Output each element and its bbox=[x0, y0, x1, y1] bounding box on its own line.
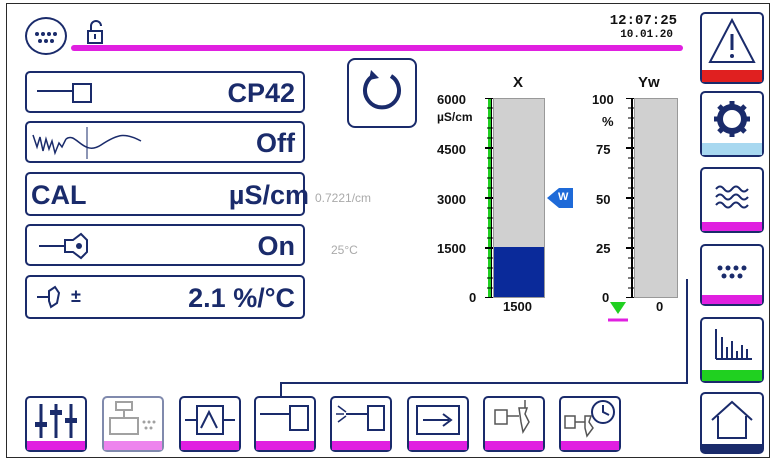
controller-menu-button[interactable] bbox=[700, 244, 764, 306]
compensation-icon bbox=[37, 285, 61, 309]
gauge-x-tick-4500: 4500 bbox=[437, 142, 466, 157]
gauge-x-scale bbox=[485, 98, 493, 298]
alarm-button[interactable] bbox=[700, 12, 764, 84]
logbook-button[interactable] bbox=[700, 317, 764, 383]
noise-filter-icon bbox=[32, 127, 142, 159]
cal-unit: µS/cm bbox=[228, 180, 309, 210]
valve-timer-button[interactable] bbox=[559, 396, 621, 452]
sliders-icon bbox=[35, 404, 77, 438]
gauge-y-title: Yw bbox=[638, 74, 660, 91]
sensor-spark-icon bbox=[336, 405, 385, 431]
gauge-y-unit: % bbox=[602, 114, 614, 129]
gauge-x-tick-6000: 6000 bbox=[437, 92, 466, 107]
connector-line bbox=[280, 279, 688, 399]
sensor-icon bbox=[260, 405, 309, 431]
gauge-y-tick-75: 75 bbox=[596, 142, 611, 157]
gauge-x-unit: µS/cm bbox=[437, 110, 473, 124]
gauge-y-scale bbox=[626, 98, 634, 298]
valve-dots-icon bbox=[109, 401, 156, 435]
gauge-y-tick-100: 100 bbox=[592, 92, 614, 107]
settings-button[interactable] bbox=[700, 91, 764, 157]
filter-value: Off bbox=[256, 128, 295, 158]
gauge-x-tick-3000: 3000 bbox=[437, 192, 466, 207]
output-arrow-icon bbox=[416, 405, 460, 435]
clock-date: 10.01.20 bbox=[620, 29, 673, 41]
temperature-value: On bbox=[257, 231, 296, 261]
process-button[interactable] bbox=[700, 167, 764, 233]
gauge-y-tick-25: 25 bbox=[596, 241, 611, 256]
waves-icon bbox=[715, 185, 749, 209]
sensor-setup-button[interactable] bbox=[254, 396, 316, 452]
dots-icon bbox=[717, 265, 747, 279]
refresh-button[interactable] bbox=[347, 58, 417, 128]
valve-dosing-button[interactable] bbox=[102, 396, 164, 452]
output-button[interactable] bbox=[407, 396, 469, 452]
gauge-x-title: X bbox=[513, 74, 524, 91]
unlocked-padlock-icon[interactable] bbox=[85, 19, 105, 45]
gear-icon bbox=[714, 101, 750, 137]
gauge-y-track bbox=[634, 98, 678, 298]
sensor-test-button[interactable] bbox=[330, 396, 392, 452]
compensation-button[interactable]: ± 2.1 %/°C bbox=[25, 275, 305, 319]
calibration-button[interactable]: CAL µS/cm bbox=[25, 172, 309, 216]
valve-timer-icon bbox=[564, 400, 615, 438]
screen-frame: 12:07:25 10.01.20 CP42 Off CAL µS/cm 0.7… bbox=[6, 3, 770, 458]
sensor-button[interactable]: CP42 bbox=[25, 71, 305, 113]
controller-icon bbox=[185, 405, 235, 435]
compensation-sign: ± bbox=[71, 286, 81, 306]
filter-button[interactable]: Off bbox=[25, 121, 305, 163]
home-button[interactable] bbox=[700, 392, 764, 454]
status-line bbox=[71, 45, 683, 51]
dots-icon bbox=[35, 32, 57, 43]
clock-time: 12:07:25 bbox=[609, 13, 677, 29]
valve-button[interactable] bbox=[483, 396, 545, 452]
cell-constant: 0.7221/cm bbox=[315, 191, 372, 205]
controller-button[interactable] bbox=[179, 396, 241, 452]
sensor-icon bbox=[37, 83, 92, 103]
home-icon bbox=[711, 400, 753, 439]
power-cycle-icon bbox=[363, 70, 401, 110]
thermo-sensor-icon bbox=[39, 232, 88, 260]
setpoint-marker[interactable]: W bbox=[547, 188, 573, 208]
temperature-note: 25°C bbox=[331, 243, 358, 257]
gauge-x-track bbox=[493, 98, 545, 298]
cal-label: CAL bbox=[31, 180, 87, 210]
gauge-y-tick-50: 50 bbox=[596, 192, 611, 207]
temperature-button[interactable]: On bbox=[25, 224, 305, 266]
sensor-value: CP42 bbox=[227, 78, 295, 108]
valve-icon bbox=[494, 400, 530, 435]
setpoint-label: W bbox=[558, 191, 569, 203]
alarm-icon bbox=[708, 17, 756, 63]
gauge-x-tick-1500: 1500 bbox=[437, 241, 466, 256]
menu-button[interactable] bbox=[25, 17, 67, 55]
tuning-button[interactable] bbox=[25, 396, 87, 452]
bar-chart-icon bbox=[715, 329, 752, 360]
